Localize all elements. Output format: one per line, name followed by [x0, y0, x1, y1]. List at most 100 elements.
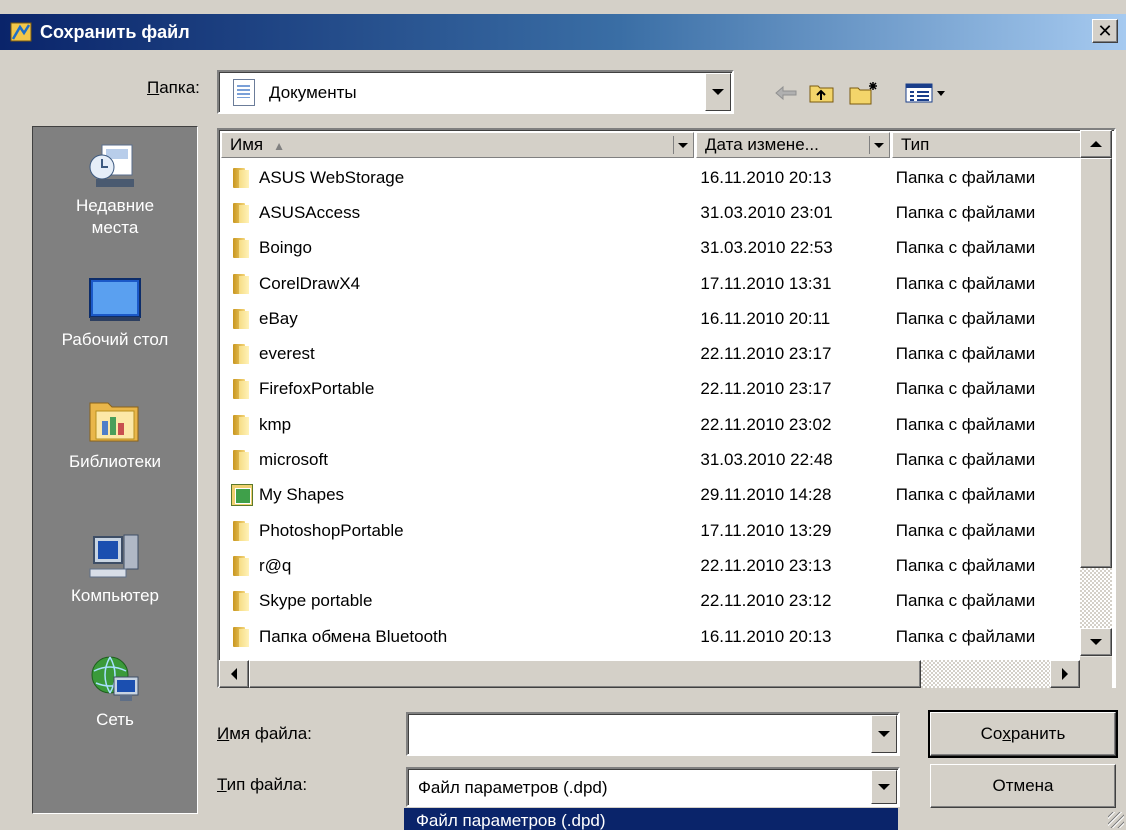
filename-input[interactable] — [406, 712, 900, 756]
column-date-filter-button[interactable] — [869, 136, 887, 154]
place-computer-label: Компьютер — [71, 586, 159, 605]
new-folder-button[interactable] — [848, 80, 880, 106]
file-row[interactable]: PhotoshopPortable 17.11.2010 13:29 Папка с… — [221, 513, 1097, 548]
shapes-folder-icon — [231, 484, 253, 507]
file-date-cell: 16.11.2010 20:11 — [700, 308, 831, 328]
vertical-scroll-track[interactable] — [1080, 568, 1112, 628]
scroll-up-button[interactable] — [1080, 130, 1112, 158]
arrow-down-icon — [1090, 639, 1102, 645]
up-folder-icon — [809, 85, 834, 103]
libraries-icon — [88, 397, 142, 445]
file-name-cell: microsoft — [221, 450, 692, 471]
folder-icon — [231, 414, 253, 435]
place-network[interactable]: Сеть — [33, 655, 197, 731]
file-date-cell: 31.03.2010 22:48 — [700, 450, 833, 470]
file-date-cell: 29.11.2010 14:28 — [700, 485, 832, 505]
close-button[interactable]: ✕ — [1092, 19, 1118, 43]
new-folder-icon — [849, 82, 877, 105]
vertical-scroll-thumb[interactable] — [1080, 158, 1112, 568]
folder-icon — [231, 167, 253, 188]
file-name-cell: ASUS WebStorage — [221, 167, 692, 188]
view-menu-button[interactable] — [904, 80, 950, 106]
title-bar[interactable]: Сохранить файл ✕ — [0, 14, 1126, 50]
file-date-cell: 22.11.2010 23:13 — [700, 555, 832, 575]
folder-select[interactable]: Документы — [217, 70, 734, 114]
filetype-value: Файл параметров (.dpd) — [418, 778, 608, 797]
up-folder-button[interactable] — [808, 80, 836, 106]
back-arrow-icon — [775, 85, 797, 101]
column-header-type[interactable]: Тип — [892, 132, 1102, 158]
file-name-cell: ASUSAccess — [221, 202, 692, 223]
save-button[interactable]: Со х ранить — [928, 710, 1118, 758]
horizontal-scrollbar[interactable] — [219, 660, 1080, 688]
resize-grip[interactable] — [1108, 812, 1124, 828]
horizontal-scroll-thumb[interactable] — [249, 660, 921, 688]
scroll-left-button[interactable] — [219, 660, 249, 688]
file-row[interactable]: r@q 22.11.2010 23:13 Папка с файлами — [221, 548, 1097, 583]
file-type-cell: Папка с файлами — [895, 308, 1036, 328]
place-recent[interactable]: Недавние места — [33, 141, 197, 239]
documents-icon — [233, 79, 255, 106]
place-network-label: Сеть — [96, 710, 134, 729]
file-type-cell: Папка с файлами — [895, 379, 1036, 399]
filetype-label: Тип файла: — [217, 775, 308, 794]
column-header-name[interactable]: Имя ▲ — [221, 132, 694, 158]
place-recent-label-1: Недавние — [75, 196, 155, 215]
chevron-down-icon — [677, 142, 688, 148]
folder-icon — [231, 202, 253, 223]
network-icon — [88, 655, 142, 703]
file-list[interactable]: Имя ▲ Дата измене... Тип ASUS WebStorage 1… — [217, 128, 1116, 688]
file-row[interactable]: ASUSAccess 31.03.2010 23:01 Папка с файлам… — [221, 195, 1097, 230]
view-list-icon — [905, 83, 945, 103]
place-libraries-label: Библиотеки — [68, 452, 162, 471]
recent-places-icon — [88, 141, 142, 189]
file-name-cell: FirefoxPortable — [221, 379, 692, 400]
file-row[interactable]: Папка обмена Bluetooth 16.11.2010 20:13 Па… — [221, 619, 1097, 654]
back-button[interactable] — [772, 80, 800, 106]
place-libraries[interactable]: Библиотеки — [33, 397, 197, 473]
file-row[interactable]: My Shapes 29.11.2010 14:28 Папка с файлами — [221, 478, 1097, 513]
desktop-icon — [88, 275, 142, 323]
folder-icon — [231, 626, 253, 647]
folder-icon — [231, 450, 253, 471]
cancel-button[interactable]: Отмена — [930, 764, 1116, 808]
file-row[interactable]: microsoft 31.03.2010 22:48 Папка с файлами — [221, 442, 1097, 477]
horizontal-scroll-track[interactable] — [921, 660, 1051, 688]
column-name-filter-button[interactable] — [673, 136, 691, 154]
filetype-dropdown-button[interactable] — [871, 770, 897, 804]
chevron-down-icon — [712, 89, 724, 95]
filename-dropdown-button[interactable] — [871, 715, 897, 753]
file-name-cell: My Shapes — [221, 484, 692, 507]
filetype-select[interactable]: Файл параметров (.dpd) — [406, 767, 900, 807]
folder-dropdown-button[interactable] — [705, 73, 731, 111]
file-type-cell: Папка с файлами — [895, 344, 1036, 364]
chevron-down-icon — [878, 731, 890, 737]
file-name-cell: everest — [221, 344, 692, 365]
file-row[interactable]: everest 22.11.2010 23:17 Папка с файлами — [221, 336, 1097, 371]
file-row[interactable]: FirefoxPortable 22.11.2010 23:17 Папка с ф… — [221, 372, 1097, 407]
file-row[interactable]: Boingo 31.03.2010 22:53 Папка с файлами — [221, 231, 1097, 266]
column-header-date[interactable]: Дата измене... — [696, 132, 890, 158]
file-row[interactable]: CorelDrawX4 17.11.2010 13:31 Папка с файла… — [221, 266, 1097, 301]
place-desktop-label: Рабочий стол — [61, 330, 169, 349]
file-type-cell: Папка с файлами — [895, 450, 1036, 470]
scroll-down-button[interactable] — [1080, 628, 1112, 656]
file-row[interactable]: kmp 22.11.2010 23:02 Папка с файлами — [221, 407, 1097, 442]
file-rows: ASUS WebStorage 16.11.2010 20:13 Папка с ф… — [221, 160, 1097, 686]
scroll-right-button[interactable] — [1050, 660, 1080, 688]
file-type-cell: Папка с файлами — [895, 626, 1036, 646]
place-recent-label-2: места — [91, 218, 139, 237]
place-computer[interactable]: Компьютер — [33, 531, 197, 607]
file-name-cell: CorelDrawX4 — [221, 273, 692, 294]
filetype-option-dpd[interactable]: Файл параметров (.dpd) — [404, 808, 898, 830]
file-row[interactable]: eBay 16.11.2010 20:11 Папка с файлами — [221, 301, 1097, 336]
save-file-dialog: Сохранить файл ✕ Папка: Документы Недавн… — [0, 0, 1126, 830]
file-type-cell: Папка с файлами — [895, 520, 1036, 540]
file-name-cell: Skype portable — [221, 591, 692, 612]
vertical-scrollbar[interactable] — [1080, 130, 1112, 657]
place-desktop[interactable]: Рабочий стол — [33, 275, 197, 351]
file-row[interactable]: ASUS WebStorage 16.11.2010 20:13 Папка с ф… — [221, 160, 1097, 195]
folder-icon — [231, 379, 253, 400]
file-row[interactable]: Skype portable 22.11.2010 23:12 Папка с фа… — [221, 584, 1097, 619]
file-name-cell: kmp — [221, 414, 692, 435]
